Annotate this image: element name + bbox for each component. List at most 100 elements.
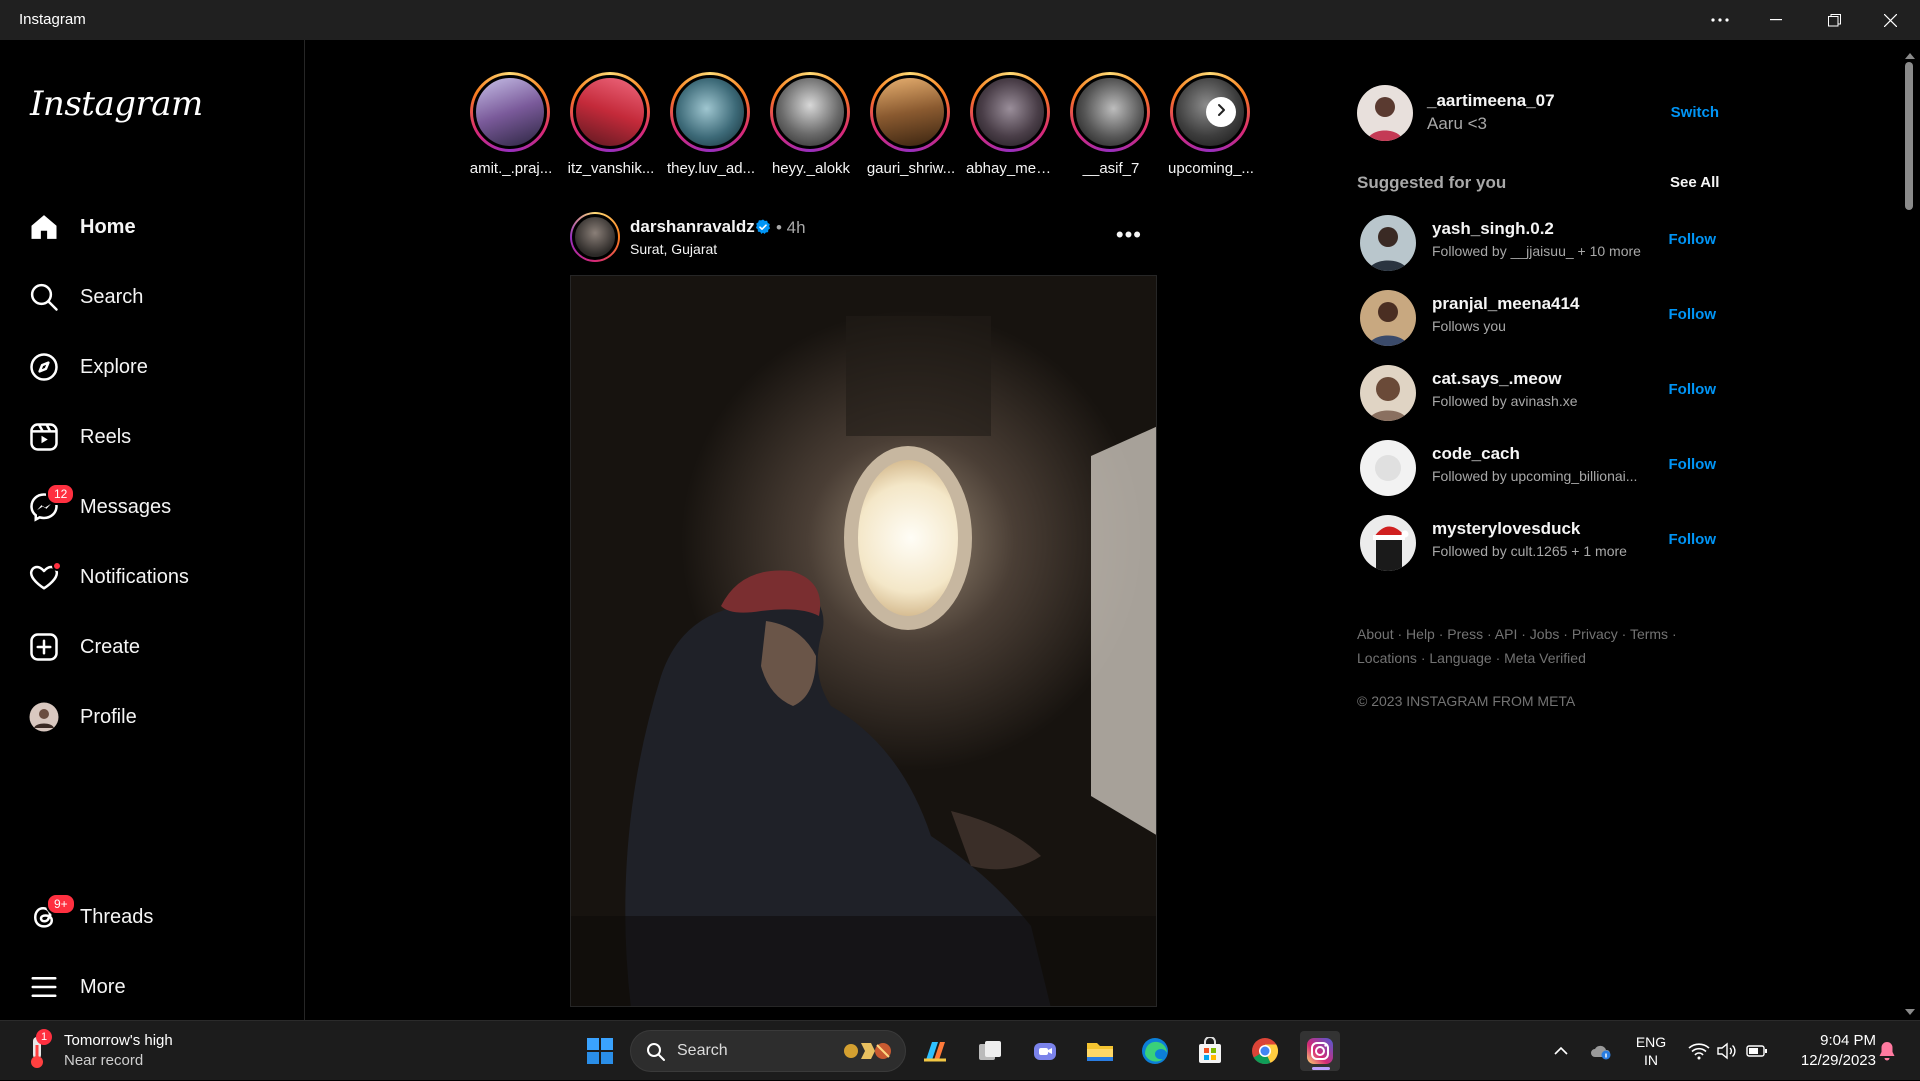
story-username: gauri_shriw... bbox=[866, 160, 956, 177]
microsoft-store-icon[interactable] bbox=[1190, 1031, 1230, 1071]
story-item[interactable]: heyy._alokk bbox=[766, 72, 854, 177]
suggestion-username[interactable]: mysterylovesduck bbox=[1432, 519, 1580, 539]
story-item[interactable]: __asif_7 bbox=[1066, 72, 1154, 177]
search-highlight-icon bbox=[837, 1035, 897, 1072]
footer-link[interactable]: Meta Verified bbox=[1504, 650, 1586, 666]
page-scrollbar[interactable] bbox=[1900, 40, 1920, 1020]
footer-link[interactable]: Locations bbox=[1357, 650, 1417, 666]
nav-explore-label: Explore bbox=[80, 355, 148, 378]
nav-notifications[interactable]: Notifications bbox=[28, 551, 278, 603]
nav-search[interactable]: Search bbox=[28, 271, 278, 323]
story-item[interactable]: abhay_mee... bbox=[966, 72, 1056, 177]
follow-button[interactable]: Follow bbox=[1669, 381, 1717, 398]
see-all-button[interactable]: See All bbox=[1670, 174, 1719, 191]
scrollbar-thumb[interactable] bbox=[1905, 62, 1913, 210]
post-author-avatar[interactable] bbox=[570, 212, 620, 262]
follow-button[interactable]: Follow bbox=[1669, 231, 1717, 248]
story-item[interactable]: upcoming_... bbox=[1166, 72, 1254, 177]
story-item[interactable]: itz_vanshik... bbox=[566, 72, 654, 177]
suggestion-username[interactable]: pranjal_meena414 bbox=[1432, 294, 1579, 314]
copilot-icon[interactable] bbox=[915, 1031, 955, 1071]
footer-link[interactable]: Jobs bbox=[1530, 626, 1560, 642]
suggestion-username[interactable]: cat.says_.meow bbox=[1432, 369, 1561, 389]
close-icon[interactable] bbox=[1862, 0, 1918, 40]
heart-icon bbox=[28, 561, 62, 593]
windows-start-icon[interactable] bbox=[580, 1031, 620, 1071]
threads-badge: 9+ bbox=[46, 893, 76, 915]
verified-badge-icon bbox=[755, 219, 771, 235]
instagram-logo[interactable]: Instagram bbox=[30, 84, 203, 124]
suggestion-subtitle: Follows you bbox=[1432, 318, 1506, 334]
footer-link[interactable]: API bbox=[1495, 626, 1518, 642]
nav-more-label: More bbox=[80, 975, 126, 998]
post-options-button[interactable]: ••• bbox=[1116, 222, 1142, 248]
story-username: itz_vanshik... bbox=[567, 160, 655, 177]
suggestion-username[interactable]: code_cach bbox=[1432, 444, 1520, 464]
minimize-icon[interactable] bbox=[1748, 0, 1804, 40]
footer-link[interactable]: Language bbox=[1429, 650, 1491, 666]
story-item[interactable]: gauri_shriw... bbox=[866, 72, 956, 177]
footer-link[interactable]: Privacy bbox=[1572, 626, 1618, 642]
follow-button[interactable]: Follow bbox=[1669, 456, 1717, 473]
task-view-icon[interactable] bbox=[970, 1031, 1010, 1071]
account-avatar[interactable] bbox=[1357, 85, 1413, 141]
taskbar-search[interactable]: Search bbox=[630, 1030, 906, 1072]
follow-button[interactable]: Follow bbox=[1669, 306, 1717, 323]
teams-chat-icon[interactable] bbox=[1025, 1031, 1065, 1071]
follow-button[interactable]: Follow bbox=[1669, 531, 1717, 548]
file-explorer-icon[interactable] bbox=[1080, 1031, 1120, 1071]
suggestions-title: Suggested for you bbox=[1357, 173, 1507, 192]
story-item[interactable]: they.luv_ad... bbox=[666, 72, 755, 177]
nav-explore[interactable]: Explore bbox=[28, 341, 278, 393]
search-icon bbox=[646, 1042, 666, 1067]
post-location[interactable]: Surat, Gujarat bbox=[630, 241, 717, 257]
footer-link[interactable]: Help bbox=[1406, 626, 1435, 642]
suggestion-username[interactable]: yash_singh.0.2 bbox=[1432, 219, 1554, 239]
suggestion-avatar[interactable] bbox=[1360, 365, 1416, 421]
footer-link[interactable]: About bbox=[1357, 626, 1394, 642]
story-item[interactable]: amit._.praj... bbox=[466, 72, 554, 177]
wifi-icon[interactable] bbox=[1684, 1021, 1714, 1081]
nav-messages[interactable]: 12 Messages bbox=[28, 481, 278, 533]
chrome-icon[interactable] bbox=[1245, 1031, 1285, 1071]
battery-icon[interactable] bbox=[1742, 1021, 1772, 1081]
account-username[interactable]: _aartimeena_07 bbox=[1427, 91, 1555, 111]
suggestion-avatar[interactable] bbox=[1360, 290, 1416, 346]
notification-bell-icon[interactable] bbox=[1872, 1021, 1902, 1081]
suggestion-avatar[interactable] bbox=[1360, 440, 1416, 496]
onedrive-icon[interactable] bbox=[1586, 1021, 1616, 1081]
nav-create-label: Create bbox=[80, 635, 141, 658]
nav-create[interactable]: Create bbox=[28, 621, 278, 673]
input-language[interactable]: ENG IN bbox=[1626, 1021, 1676, 1081]
profile-avatar bbox=[28, 701, 60, 733]
nav-home[interactable]: Home bbox=[28, 201, 278, 253]
show-hidden-icons-icon[interactable] bbox=[1546, 1021, 1576, 1081]
footer-link[interactable]: Press bbox=[1447, 626, 1483, 642]
nav-more[interactable]: More bbox=[28, 961, 278, 1013]
weather-line2: Near record bbox=[64, 1052, 144, 1069]
clock[interactable]: 9:04 PM 12/29/2023 bbox=[1780, 1021, 1876, 1081]
post-username[interactable]: darshanravaldz bbox=[630, 217, 755, 237]
post-time: • 4h bbox=[776, 218, 806, 237]
switch-button[interactable]: Switch bbox=[1671, 104, 1719, 121]
nav-reels[interactable]: Reels bbox=[28, 411, 278, 463]
suggestion-avatar[interactable] bbox=[1360, 215, 1416, 271]
suggestion-avatar[interactable] bbox=[1360, 515, 1416, 571]
stories-next-button[interactable] bbox=[1206, 97, 1236, 127]
post-image[interactable] bbox=[570, 275, 1157, 1007]
compass-icon bbox=[28, 351, 60, 383]
volume-icon[interactable] bbox=[1712, 1021, 1742, 1081]
footer-links: About · Help · Press · API · Jobs · Priv… bbox=[1357, 626, 1677, 666]
window-titlebar: Instagram bbox=[0, 0, 1920, 40]
suggestion-subtitle: Followed by upcoming_billionai... bbox=[1432, 468, 1638, 484]
taskbar-search-label: Search bbox=[677, 1042, 728, 1059]
restore-icon[interactable] bbox=[1806, 0, 1862, 40]
edge-browser-icon[interactable] bbox=[1135, 1031, 1175, 1071]
instagram-app-icon[interactable] bbox=[1300, 1031, 1340, 1071]
windows-taskbar: 1 Tomorrow's high Near record Search ENG… bbox=[0, 1020, 1920, 1080]
nav-profile[interactable]: Profile bbox=[28, 691, 278, 743]
nav-threads[interactable]: 9+ Threads bbox=[28, 891, 278, 943]
window-more-icon[interactable] bbox=[1692, 0, 1748, 40]
footer-link[interactable]: Terms bbox=[1630, 626, 1668, 642]
weather-widget[interactable]: 1 Tomorrow's high Near record bbox=[22, 1029, 202, 1073]
